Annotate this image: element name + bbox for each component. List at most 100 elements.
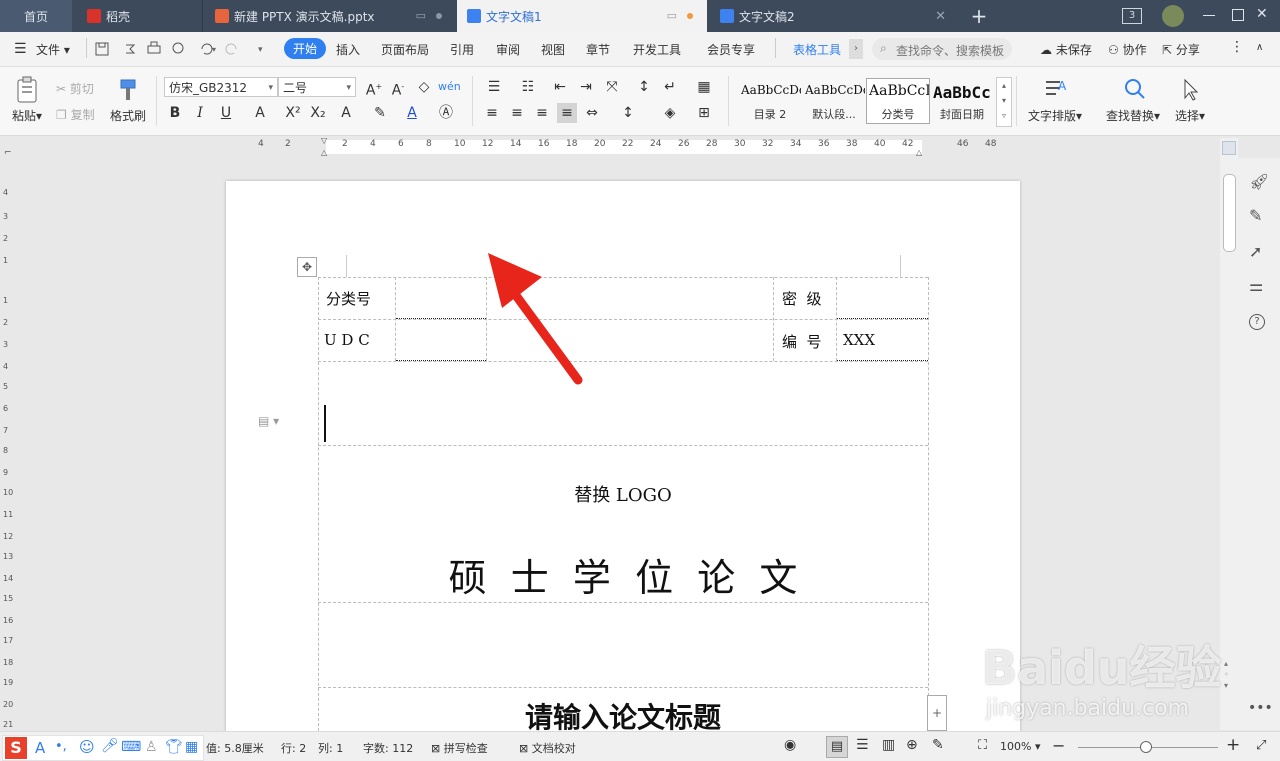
- style-classification[interactable]: AaBbCcI 分类号: [866, 78, 930, 124]
- select-cursor-icon[interactable]: [1180, 78, 1202, 102]
- toolbox-icon[interactable]: ▦: [185, 739, 198, 755]
- menu-scroll-right[interactable]: ›: [849, 39, 863, 59]
- menu-insert[interactable]: 插入: [336, 41, 360, 58]
- doc-proof-button[interactable]: ⊠ 文档校对: [519, 740, 576, 756]
- menu-sections[interactable]: 章节: [586, 41, 610, 58]
- monitor-icon[interactable]: ▭: [416, 9, 426, 22]
- align-center-icon[interactable]: ≡: [507, 103, 527, 123]
- thesis-title-placeholder[interactable]: 请输入论文标题: [318, 696, 928, 736]
- show-marks-icon[interactable]: ↵: [660, 77, 680, 97]
- preview-icon[interactable]: [172, 42, 184, 54]
- tab-doc2[interactable]: 文字文稿2 ✕: [708, 0, 958, 32]
- number-value[interactable]: XXX: [843, 331, 875, 349]
- find-replace-icon[interactable]: [1122, 77, 1148, 103]
- strikethrough-icon[interactable]: A: [250, 103, 270, 123]
- align-left-icon[interactable]: ≡: [482, 103, 502, 123]
- file-menu[interactable]: 文件 ▾: [36, 41, 70, 58]
- decrease-indent-icon[interactable]: ⇤: [550, 77, 570, 97]
- style-default[interactable]: AaBbCcDd 默认段...: [802, 78, 866, 124]
- word-count[interactable]: 字数: 112: [363, 740, 413, 756]
- text-layout-icon[interactable]: A: [1044, 77, 1070, 103]
- font-size-select[interactable]: 二号 ▾: [278, 77, 356, 97]
- menu-references[interactable]: 引用: [450, 41, 474, 58]
- table-move-handle[interactable]: ✥: [297, 257, 317, 277]
- tab-close-dot[interactable]: [436, 13, 442, 19]
- shading-icon[interactable]: ◈: [660, 103, 680, 123]
- cut-button[interactable]: ✂ 剪切: [56, 80, 94, 97]
- subscript-icon[interactable]: X₂: [308, 103, 328, 123]
- chinese-layout-icon[interactable]: ⤧: [602, 77, 622, 97]
- scrollbar-thumb[interactable]: [1223, 174, 1236, 252]
- font-color-icon[interactable]: A: [402, 103, 422, 123]
- zoom-in-button[interactable]: +: [1226, 735, 1240, 755]
- emoji-icon[interactable]: ☺: [79, 738, 95, 756]
- more-options-icon[interactable]: ⋮: [1230, 39, 1244, 55]
- rocket-icon[interactable]: 🚀︎: [1249, 172, 1269, 191]
- indent-marker[interactable]: △: [321, 148, 327, 157]
- superscript-icon[interactable]: X²: [283, 103, 303, 123]
- menu-developer[interactable]: 开发工具: [633, 41, 681, 58]
- hamburger-icon[interactable]: ☰: [14, 41, 27, 57]
- text-effect-icon[interactable]: A: [336, 103, 356, 123]
- format-painter-icon[interactable]: [118, 78, 140, 104]
- close-icon[interactable]: ✕: [935, 9, 946, 24]
- menu-review[interactable]: 审阅: [496, 41, 520, 58]
- write-mode-icon[interactable]: ✎: [932, 737, 944, 753]
- eye-protection-icon[interactable]: ◉: [784, 737, 796, 753]
- restore-button[interactable]: [1232, 9, 1244, 21]
- undo-icon[interactable]: [201, 43, 213, 55]
- tab-home[interactable]: 首页: [0, 0, 72, 32]
- bullet-list-icon[interactable]: ☰: [484, 77, 504, 97]
- sort-icon[interactable]: ↕: [634, 77, 654, 97]
- grow-font-icon[interactable]: A+: [364, 77, 384, 99]
- tab-doc1[interactable]: 文字文稿1 ▭: [457, 0, 707, 32]
- help-icon[interactable]: ?: [1249, 314, 1265, 330]
- logo-placeholder[interactable]: 替换 LOGO: [318, 481, 928, 507]
- horizontal-ruler[interactable]: 4 2 2 4 6 8 10 12 14 16 18 20 22 24 26 28 30 32 34 36 38 40 42…: [0, 136, 1280, 158]
- styles-scroll[interactable]: ▴ ▾ ▿: [996, 77, 1012, 127]
- copy-button[interactable]: ❐ 复制: [56, 106, 95, 123]
- vertical-scrollbar[interactable]: ▴ ◦ ▾: [1220, 138, 1238, 730]
- distribute-icon[interactable]: ⇔: [582, 103, 602, 123]
- web-view-icon[interactable]: ⊕: [906, 737, 918, 753]
- underline-icon[interactable]: U: [216, 103, 236, 123]
- menu-view[interactable]: 视图: [541, 41, 565, 58]
- right-indent-marker[interactable]: △: [916, 148, 922, 157]
- unsaved-dot[interactable]: [687, 13, 693, 19]
- ruler-toggle-icon[interactable]: [1222, 141, 1236, 155]
- share-button[interactable]: ⇱ 分享: [1162, 41, 1200, 58]
- borders-icon[interactable]: ⊞: [694, 103, 714, 123]
- minimize-button[interactable]: [1203, 15, 1215, 16]
- bold-icon[interactable]: B: [165, 103, 185, 123]
- justify-icon[interactable]: ≡: [557, 103, 577, 123]
- user-icon[interactable]: ♙: [145, 739, 158, 755]
- print-icon[interactable]: [147, 45, 161, 54]
- redo-icon[interactable]: [225, 43, 237, 55]
- close-window-button[interactable]: ✕: [1256, 6, 1268, 22]
- paste-icon[interactable]: [16, 76, 42, 104]
- menu-member[interactable]: 会员专享: [707, 41, 755, 58]
- skin-icon[interactable]: 👕︎: [165, 739, 183, 755]
- spell-check-button[interactable]: ⊠ 拼写检查: [431, 740, 488, 756]
- ime-mode-icon[interactable]: A: [35, 739, 45, 757]
- menu-start[interactable]: 开始: [284, 38, 327, 59]
- tab-daoke[interactable]: 稻壳: [73, 0, 201, 32]
- settings-sliders-icon[interactable]: ⚌: [1249, 276, 1263, 295]
- shrink-font-icon[interactable]: A-: [388, 77, 408, 99]
- zoom-out-button[interactable]: −: [1052, 736, 1065, 755]
- search-box[interactable]: ⌕ 查找命令、搜索模板: [872, 38, 1012, 60]
- clear-format-icon[interactable]: ◇: [414, 77, 434, 97]
- vertical-ruler[interactable]: 4 3 2 1 1 2 3 4 5 6 7 8 9 10 11 12 13 14 15 16 17 18 19 20 21: [0, 158, 16, 730]
- tab-pptx[interactable]: 新建 PPTX 演示文稿.pptx ▭: [202, 0, 456, 32]
- menu-page-layout[interactable]: 页面布局: [381, 41, 429, 58]
- customize-icon[interactable]: ▾: [258, 45, 263, 55]
- indent-marker[interactable]: ▽: [321, 136, 327, 145]
- italic-icon[interactable]: I: [190, 103, 210, 123]
- more-icon[interactable]: •••: [1248, 700, 1273, 716]
- menu-table-tools[interactable]: 表格工具: [793, 41, 841, 58]
- export-icon[interactable]: [126, 44, 136, 54]
- phonetic-icon[interactable]: wén: [438, 77, 461, 97]
- text-layout-button[interactable]: 文字排版▾: [1028, 107, 1082, 124]
- monitor-icon[interactable]: ▭: [667, 9, 677, 22]
- fit-page-icon[interactable]: ⛶: [978, 738, 987, 753]
